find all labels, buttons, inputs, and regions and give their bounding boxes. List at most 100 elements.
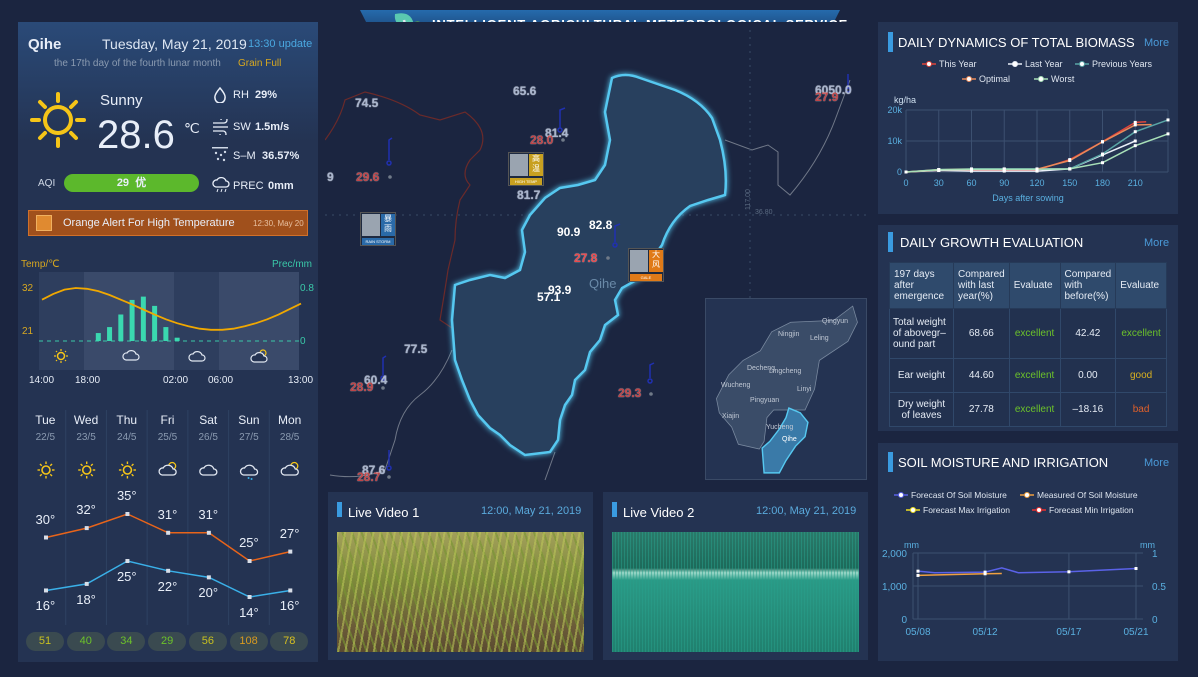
data-point bbox=[1101, 152, 1104, 156]
partly-cloudy-icon bbox=[158, 461, 177, 476]
biomass-more-link[interactable]: More bbox=[1144, 37, 1169, 49]
series-line bbox=[917, 572, 1002, 577]
data-point bbox=[1133, 139, 1137, 143]
metric-value: 0mm bbox=[268, 180, 294, 192]
legend-marker bbox=[1079, 61, 1085, 67]
legend-label: Forecast Max Irrigation bbox=[923, 505, 1010, 515]
high-point bbox=[206, 530, 211, 535]
data-point bbox=[1133, 123, 1137, 127]
data-point bbox=[916, 573, 920, 577]
legend-label: Last Year bbox=[1025, 59, 1063, 69]
cloud-shape bbox=[199, 464, 218, 476]
qihe-region[interactable] bbox=[450, 73, 728, 457]
station-value[interactable]: 74.5 bbox=[355, 96, 378, 110]
station-value[interactable]: 28.7 bbox=[357, 470, 380, 484]
precip-bar bbox=[118, 314, 124, 341]
legend-label: Worst bbox=[1051, 74, 1075, 84]
district-label[interactable]: Qingyun bbox=[822, 318, 848, 325]
district-label[interactable]: Pingyuan bbox=[750, 397, 779, 404]
station-value[interactable]: 57.1 bbox=[537, 290, 560, 304]
high-point bbox=[125, 512, 130, 516]
y-tick-label: 0 bbox=[897, 167, 902, 177]
wind-icon bbox=[213, 119, 228, 135]
evaluation: bad bbox=[1115, 392, 1167, 427]
warning-label: 大风 bbox=[649, 250, 663, 272]
y2-tick-label: 0.5 bbox=[1152, 582, 1166, 593]
station-value[interactable]: 9 bbox=[327, 170, 334, 184]
time-label: 18:00 bbox=[75, 375, 101, 386]
station-value[interactable]: 81.7 bbox=[517, 188, 540, 202]
district-label[interactable]: Leling bbox=[810, 335, 829, 342]
cell: 27.78 bbox=[953, 392, 1010, 427]
district-label[interactable]: Lingcheng bbox=[769, 368, 801, 375]
legend-label: This Year bbox=[939, 59, 977, 69]
station-value[interactable]: 29.3 bbox=[618, 386, 641, 400]
y-tick-label: 10k bbox=[887, 136, 902, 146]
sun-icon bbox=[78, 461, 96, 479]
y2-tick-label: 1 bbox=[1152, 549, 1158, 560]
low-point bbox=[125, 559, 130, 563]
gale-warning-icon[interactable]: 大风 GALE bbox=[628, 248, 664, 282]
legend-marker bbox=[926, 61, 932, 67]
legend-label: Optimal bbox=[979, 74, 1010, 84]
legend-marker bbox=[1036, 507, 1042, 513]
warning-symbol bbox=[630, 250, 648, 272]
row-name: Total weight of abovegr–ound part bbox=[889, 308, 954, 359]
precip-bar bbox=[174, 337, 180, 341]
district-label[interactable]: Yucheng bbox=[766, 424, 793, 431]
data-point bbox=[1166, 132, 1170, 136]
cell: 42.42 bbox=[1059, 308, 1117, 359]
inset-map-shape bbox=[716, 305, 858, 474]
alert-banner[interactable]: Orange Alert For High Temperature 12:30,… bbox=[28, 210, 308, 236]
soil-moisture-icon bbox=[212, 147, 228, 162]
station-value[interactable]: 28.0 bbox=[530, 133, 553, 147]
row-name: Ear weight bbox=[889, 358, 954, 393]
rain-storm-warning-icon[interactable]: 暴雨 RAIN STORM bbox=[360, 212, 396, 246]
station-value[interactable]: 27.8 bbox=[574, 251, 597, 265]
sun-ray bbox=[120, 473, 124, 477]
station-value[interactable]: 29.6 bbox=[356, 170, 379, 184]
district-label[interactable]: Ningjin bbox=[778, 331, 799, 338]
live-video-2[interactable] bbox=[612, 532, 859, 652]
station-value[interactable]: 77.5 bbox=[404, 342, 427, 356]
rain-cloud-icon bbox=[239, 464, 259, 480]
station-value[interactable]: 65.6 bbox=[513, 84, 536, 98]
station-value[interactable]: 27.9 bbox=[815, 90, 838, 104]
live-video-1[interactable] bbox=[337, 532, 584, 652]
warning-sub: RAIN STORM bbox=[362, 238, 394, 245]
y-tick-label: 2,000 bbox=[882, 549, 907, 560]
lunar-date: the 17th day of the fourth lunar month bbox=[54, 58, 221, 69]
precip-bar bbox=[152, 305, 158, 341]
warning-symbol bbox=[362, 214, 380, 236]
warning-label: 暴雨 bbox=[381, 214, 395, 236]
district-label[interactable]: Wucheng bbox=[721, 382, 750, 389]
station-value[interactable]: 90.9 bbox=[557, 225, 580, 239]
night-band bbox=[39, 272, 84, 370]
x-tick-label: 210 bbox=[1128, 178, 1143, 188]
current-date: Tuesday, May 21, 2019 bbox=[102, 36, 247, 52]
evaluation: excellent bbox=[1008, 308, 1061, 359]
table-row: Ear weight 44.60 excellent 0.00 good bbox=[889, 358, 1167, 393]
district-label[interactable]: Xiajin bbox=[722, 413, 739, 420]
warning-label: 高温 bbox=[529, 154, 543, 176]
rain-cloud-icon bbox=[212, 177, 230, 193]
data-point bbox=[1101, 161, 1104, 165]
legend-label: Measured Of Soil Moisture bbox=[1037, 490, 1138, 500]
data-point bbox=[1067, 570, 1071, 574]
y2-tick-label: 0 bbox=[1152, 615, 1158, 626]
metric-value: 1.5m/s bbox=[255, 121, 290, 133]
station-value[interactable]: 82.8 bbox=[589, 218, 612, 232]
district-label[interactable]: Qihe bbox=[782, 436, 797, 443]
warning-sub: GALE bbox=[630, 274, 662, 281]
x-axis-label: Days after sowing bbox=[992, 193, 1064, 203]
high-point bbox=[288, 549, 293, 554]
row-name: Dry weight of leaves bbox=[889, 392, 954, 427]
high-temperature-warning-icon[interactable]: 高温 HIGH TEMP bbox=[508, 152, 544, 186]
sun-icon bbox=[118, 461, 136, 479]
soil-more-link[interactable]: More bbox=[1144, 457, 1169, 469]
x-tick-label: 120 bbox=[1029, 178, 1044, 188]
growth-more-link[interactable]: More bbox=[1144, 237, 1169, 249]
sun-ray bbox=[39, 463, 43, 467]
station-value[interactable]: 28.9 bbox=[350, 380, 373, 394]
district-label[interactable]: Linyi bbox=[797, 386, 811, 393]
